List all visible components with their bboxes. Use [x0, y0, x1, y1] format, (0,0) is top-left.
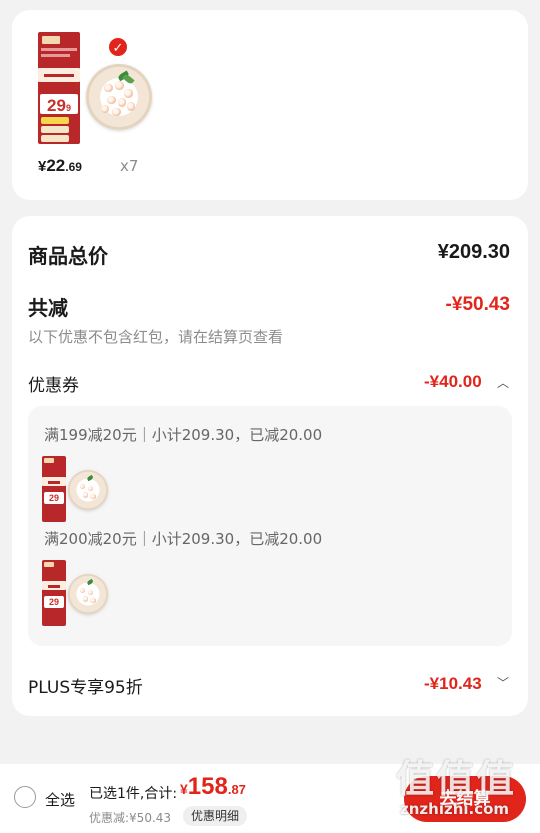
coupon-item-text: 满199减20元｜小计209.30，已减20.00 [44, 426, 323, 444]
total-amount: ¥158.87 [180, 773, 246, 800]
quantity: x7 [120, 157, 139, 175]
discount-info: 优惠减:¥50.43 [89, 811, 172, 825]
coupon-item-text: 满200减20元｜小计209.30，已减20.00 [44, 530, 323, 548]
cart-item-card: 299 ✓ ¥22.69 x7 [12, 10, 528, 200]
coupon-label: 优惠券 [28, 376, 79, 396]
coupon-value[interactable]: -¥40.00 [424, 372, 482, 392]
product-thumbnail[interactable]: 299 [38, 32, 160, 144]
watermark-logo: 值值值 [396, 757, 517, 801]
discount-detail-button[interactable]: 优惠明细 [183, 806, 248, 826]
price-summary-card: 商品总价 ¥209.30 共减 -¥50.43 以下优惠不包含红包，请在结算页查… [12, 216, 528, 716]
select-all-radio[interactable] [14, 786, 36, 808]
reduction-value: -¥50.43 [445, 294, 510, 315]
shrimp-bowl-image [86, 64, 152, 130]
selected-check-icon[interactable]: ✓ [107, 36, 129, 58]
redpacket-note: 以下优惠不包含红包，请在结算页查看 [28, 328, 284, 346]
total-value: ¥209.30 [437, 241, 510, 263]
unit-price: ¥22.69 [38, 156, 82, 175]
selected-count: 已选1件,合计: [89, 786, 178, 802]
watermark-url: znzhizhi.com [400, 800, 510, 818]
package-image: 299 [38, 32, 80, 144]
coupon-item-thumbnail: 29 [42, 560, 110, 626]
plus-discount-value[interactable]: -¥10.43 [424, 674, 482, 694]
reduction-label: 共减 [28, 296, 68, 320]
chevron-down-icon[interactable]: ﹀ [497, 674, 509, 691]
chevron-up-icon[interactable]: ︿ [497, 374, 509, 391]
total-label: 商品总价 [28, 244, 108, 268]
plus-discount-label: PLUS专享95折 [28, 678, 143, 698]
coupon-item-thumbnail: 29 [42, 456, 110, 522]
select-all-label[interactable]: 全选 [45, 789, 75, 810]
coupon-detail-panel: 满199减20元｜小计209.30，已减20.00 29 满200减20元｜小计… [28, 406, 512, 646]
